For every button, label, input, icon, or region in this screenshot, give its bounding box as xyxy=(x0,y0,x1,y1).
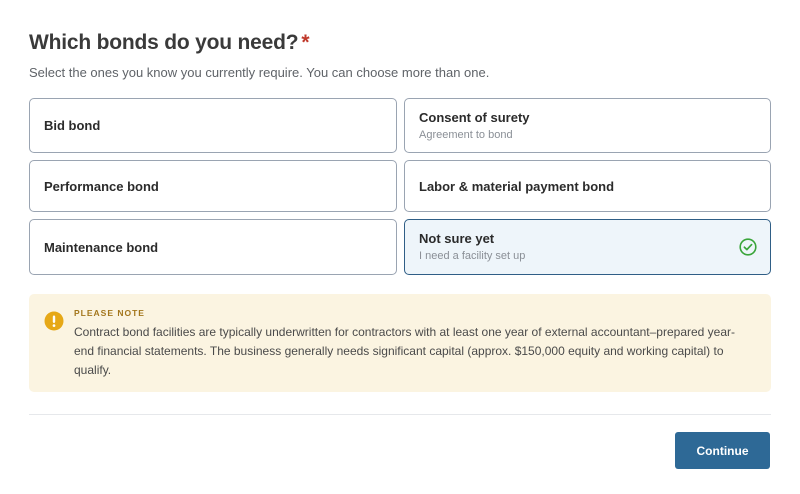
note-heading: PLEASE NOTE xyxy=(74,308,145,318)
option-labor-material-payment-bond[interactable]: Labor & material payment bond xyxy=(404,160,771,212)
please-note-box: PLEASE NOTE Contract bond facilities are… xyxy=(29,294,771,392)
option-maintenance-bond[interactable]: Maintenance bond xyxy=(29,219,397,275)
continue-button[interactable]: Continue xyxy=(675,432,770,469)
option-label: Consent of surety xyxy=(419,109,530,125)
option-label: Not sure yet xyxy=(419,231,495,246)
bond-selection-page: Which bonds do you need? * Select the one… xyxy=(0,0,800,494)
footer-divider xyxy=(29,414,771,415)
page-title: Which bonds do you need? * xyxy=(29,30,771,56)
required-marker: * xyxy=(301,31,310,54)
check-circle-icon xyxy=(739,238,757,256)
option-consent-of-surety[interactable]: Consent of surety Agreement to bond xyxy=(404,98,771,153)
exclamation-icon xyxy=(44,311,64,331)
page-title-text: Which bonds do you need? xyxy=(29,31,299,54)
option-sublabel: I need a facility set up xyxy=(419,250,526,262)
option-label: Performance bond xyxy=(44,178,159,194)
option-label: Maintenance bond xyxy=(44,239,159,255)
option-label: Labor & material payment bond xyxy=(419,178,615,194)
option-label: Bid bond xyxy=(44,118,101,133)
option-sublabel: Agreement to bond xyxy=(419,128,513,141)
page-subtitle: Select the ones you know you currently r… xyxy=(29,65,490,80)
bond-options-grid: Bid bond Consent of surety Agreement to … xyxy=(29,98,771,275)
option-not-sure-yet[interactable]: Not sure yet I need a facility set up xyxy=(404,219,771,275)
note-body: Contract bond facilities are typically u… xyxy=(74,325,736,377)
option-performance-bond[interactable]: Performance bond xyxy=(29,160,397,212)
option-bid-bond[interactable]: Bid bond xyxy=(29,98,397,153)
